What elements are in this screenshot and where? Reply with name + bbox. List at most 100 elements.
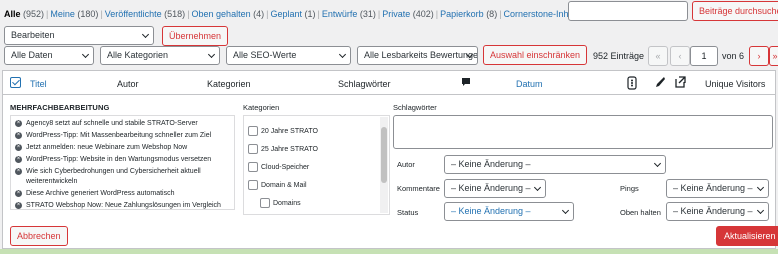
- status-filter-3[interactable]: Oben gehalten (4): [192, 9, 265, 19]
- status-filter-count: (31): [359, 9, 376, 19]
- categories-checklist: 20 Jahre STRATO 25 Jahre STRATO Cloud-Spei…: [243, 115, 390, 215]
- apply-bulk-button[interactable]: Übernehmen: [162, 26, 229, 46]
- category-label: Domain & Mail: [261, 181, 307, 189]
- author-value: – Keine Änderung –: [451, 159, 531, 169]
- author-select[interactable]: – Keine Änderung –: [444, 155, 666, 174]
- list-item: × STRATO Webshop Now: Neue Zahlungslösung…: [15, 201, 230, 209]
- first-page-button[interactable]: «: [648, 46, 668, 66]
- comments-select[interactable]: – Keine Änderung –: [444, 179, 546, 198]
- category-checkbox[interactable]: [248, 180, 258, 190]
- filter-apply-button[interactable]: Auswahl einschränken: [483, 45, 588, 65]
- chevron-down-icon: [756, 183, 765, 192]
- chevron-down-icon: [561, 206, 570, 215]
- remove-icon[interactable]: ×: [15, 120, 22, 127]
- category-filter-select[interactable]: Alle Kategorien: [100, 46, 220, 65]
- sticky-select[interactable]: – Keine Änderung –: [666, 202, 769, 221]
- remove-icon[interactable]: ×: [15, 202, 22, 209]
- bulk-action-select[interactable]: Bearbeiten: [4, 26, 154, 45]
- seo-filter-select[interactable]: Alle SEO-Werte: [226, 46, 351, 65]
- pings-select[interactable]: – Keine Änderung –: [666, 179, 769, 198]
- remove-icon[interactable]: ×: [15, 132, 22, 139]
- column-author: Autor: [117, 79, 139, 89]
- column-date[interactable]: Datum: [516, 79, 543, 89]
- status-filter-label[interactable]: Private: [382, 9, 410, 19]
- status-filter-5[interactable]: Entwürfe (31): [322, 9, 376, 19]
- status-filter-6[interactable]: Private (402): [382, 9, 434, 19]
- page-total: von 6: [722, 51, 745, 61]
- cancel-button[interactable]: Abbrechen: [10, 226, 68, 246]
- category-item[interactable]: Cloud-Speicher: [248, 158, 385, 176]
- categories-scrollbar[interactable]: [380, 117, 388, 213]
- status-filter-label[interactable]: Cornerstone-Inhalt: [504, 9, 579, 19]
- post-title: WordPress-Tipp: Website in den Wartungsm…: [26, 156, 212, 163]
- status-filter-label[interactable]: Oben gehalten: [192, 9, 251, 19]
- post-title: Wie sich Cyberbedrohungen und Cybersiche…: [26, 168, 201, 185]
- date-filter-value: Alle Daten: [11, 50, 53, 60]
- list-item: × Diese Archive generiert WordPress autom…: [15, 189, 230, 199]
- last-page-button[interactable]: »: [769, 46, 778, 66]
- status-filter-4[interactable]: Geplant (1): [270, 9, 315, 19]
- column-visitors: Unique Visitors: [705, 79, 766, 89]
- status-filter-label[interactable]: Meine: [50, 9, 75, 19]
- seo-filter-value: Alle SEO-Werte: [233, 50, 297, 60]
- pings-label: Pings: [620, 184, 639, 193]
- status-filter-label[interactable]: Papierkorb: [440, 9, 484, 19]
- category-item[interactable]: Domain & Mail: [248, 176, 385, 194]
- chevron-down-icon: [533, 183, 542, 192]
- next-page-button[interactable]: ›: [749, 46, 769, 66]
- remove-icon[interactable]: ×: [15, 156, 22, 163]
- status-filter-0[interactable]: Alle (952): [4, 9, 44, 19]
- category-checkbox[interactable]: [248, 162, 258, 172]
- category-item[interactable]: 25 Jahre STRATO: [248, 140, 385, 158]
- list-item: × Agency8 setzt auf schnelle und stabile …: [15, 119, 230, 129]
- column-title[interactable]: Titel: [30, 79, 47, 89]
- status-filter-count: (952): [23, 9, 45, 19]
- category-checkbox[interactable]: [248, 126, 258, 136]
- tags-textarea[interactable]: [393, 115, 773, 149]
- status-select[interactable]: – Keine Änderung –: [444, 202, 574, 221]
- status-filter-label[interactable]: Alle: [4, 9, 21, 19]
- status-value: – Keine Änderung –: [451, 206, 531, 216]
- remove-icon[interactable]: ×: [15, 168, 22, 175]
- category-label: 25 Jahre STRATO: [261, 145, 318, 153]
- post-status-filters: Alle (952) | Meine (180) | Veröffentlichte (…: [4, 9, 592, 19]
- bulk-edit-heading: MEHRFACHBEARBEITUNG: [10, 103, 110, 112]
- chevron-down-icon: [81, 50, 90, 59]
- search-input[interactable]: [568, 1, 688, 21]
- select-all-checkbox[interactable]: [10, 77, 21, 88]
- category-item[interactable]: 20 Jahre STRATO: [248, 122, 385, 140]
- column-tags: Schlagwörter: [338, 79, 391, 89]
- category-item[interactable]: Domains: [248, 194, 385, 212]
- readability-filter-select[interactable]: Alle Lesbarkeits Bewertungen: [357, 46, 478, 65]
- post-title: Jetzt anmelden: neue Webinare zum Websho…: [26, 144, 188, 151]
- search-posts-button[interactable]: Beiträge durchsuchen: [692, 1, 778, 21]
- status-filter-label[interactable]: Veröffentlichte: [105, 9, 162, 19]
- chevron-down-icon: [338, 50, 347, 59]
- status-filter-7[interactable]: Papierkorb (8): [440, 9, 497, 19]
- status-filter-count: (4): [253, 9, 265, 19]
- status-label: Status: [397, 208, 419, 217]
- prev-page-button[interactable]: ‹: [670, 46, 690, 66]
- post-title: STRATO Webshop Now: Neue Zahlungslösunge…: [26, 202, 221, 209]
- current-page-input[interactable]: 1: [690, 46, 718, 66]
- selected-posts-list: × Agency8 setzt auf schnelle und stabile …: [10, 115, 235, 210]
- update-button[interactable]: Aktualisieren: [716, 226, 778, 246]
- remove-icon[interactable]: ×: [15, 144, 22, 151]
- remove-icon[interactable]: ×: [15, 190, 22, 197]
- status-filter-label[interactable]: Geplant: [270, 9, 302, 19]
- scroll-thumb[interactable]: [381, 127, 387, 183]
- chevron-down-icon: [756, 206, 765, 215]
- post-title: Diese Archive generiert WordPress automa…: [26, 190, 175, 197]
- status-filter-1[interactable]: Meine (180): [50, 9, 98, 19]
- status-filter-2[interactable]: Veröffentlichte (518): [105, 9, 185, 19]
- category-checkbox[interactable]: [248, 144, 258, 154]
- date-filter-select[interactable]: Alle Daten: [4, 46, 94, 65]
- post-title: WordPress-Tipp: Mit Massenbearbeitung sc…: [26, 132, 212, 139]
- chevron-down-icon: [141, 30, 150, 39]
- category-checkbox[interactable]: [260, 198, 270, 208]
- sticky-label: Oben halten: [620, 208, 661, 217]
- status-filter-count: (402): [412, 9, 434, 19]
- comments-label: Kommentare: [397, 184, 440, 193]
- status-filter-label[interactable]: Entwürfe: [322, 9, 358, 19]
- comments-icon: [461, 77, 471, 89]
